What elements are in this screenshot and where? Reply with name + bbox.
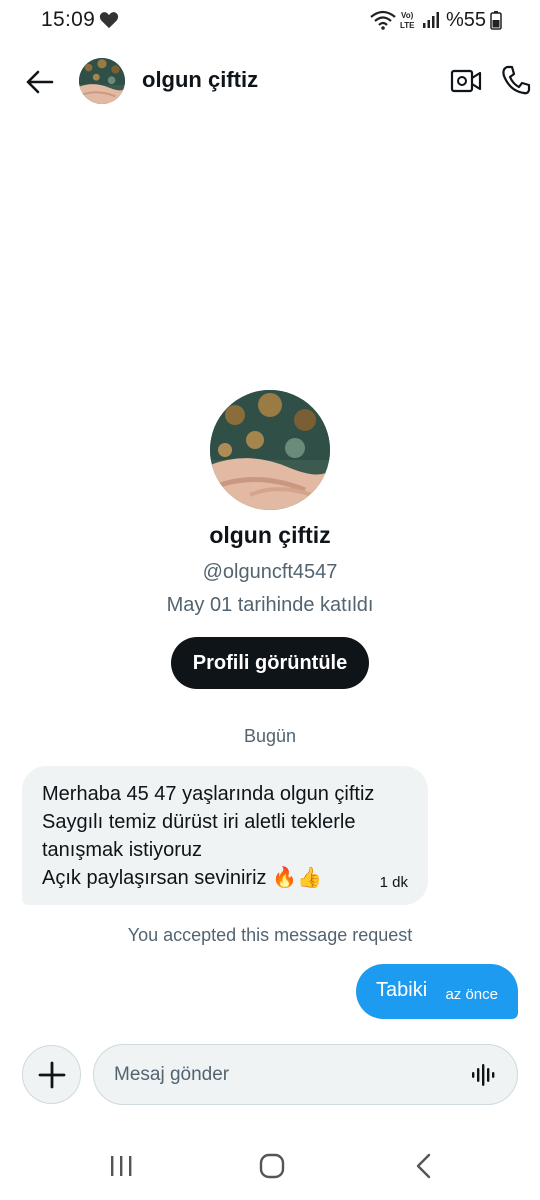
- home-icon[interactable]: [259, 1153, 285, 1179]
- voice-message-icon[interactable]: [471, 1062, 497, 1088]
- video-call-button[interactable]: [449, 65, 483, 97]
- phone-call-icon: [502, 65, 531, 95]
- profile-avatar[interactable]: [210, 390, 330, 510]
- chat-header: olgun çiftiz: [0, 50, 540, 112]
- status-time: 15:09: [41, 8, 96, 31]
- add-attachment-button[interactable]: [22, 1045, 81, 1104]
- message-line: Açık paylaşırsan seviniriz 🔥👍: [42, 867, 322, 889]
- view-profile-button[interactable]: Profili görüntüle: [170, 637, 370, 689]
- status-icons: Vo) LTE %55: [370, 6, 502, 34]
- header-avatar[interactable]: [79, 58, 125, 104]
- avatar-image: [79, 58, 125, 104]
- nav-back-icon[interactable]: [413, 1153, 435, 1179]
- profile-joined-date: May 01 tarihinde katıldı: [166, 594, 374, 616]
- video-call-icon: [450, 69, 482, 93]
- recent-apps-icon[interactable]: [108, 1154, 134, 1178]
- battery-icon: [490, 11, 502, 30]
- plus-icon: [38, 1061, 65, 1088]
- header-name[interactable]: olgun çiftiz: [142, 67, 258, 93]
- message-line: tanışmak istiyoruz: [42, 839, 203, 861]
- avatar-image: [210, 390, 330, 510]
- outgoing-message[interactable]: Tabiki az önce: [356, 964, 518, 1019]
- message-timestamp: az önce: [445, 986, 498, 1003]
- heart-icon: [99, 12, 119, 29]
- message-text: Tabiki: [376, 979, 428, 1001]
- status-bar: 15:09 Vo) LTE %55: [0, 0, 540, 40]
- back-arrow-icon: [26, 70, 54, 94]
- system-nav-bar: [0, 1140, 540, 1200]
- svg-text:Vo): Vo): [401, 11, 414, 20]
- profile-name: olgun çiftiz: [209, 522, 331, 548]
- message-line: Saygılı temiz dürüst iri aletli teklerle: [42, 811, 356, 833]
- message-timestamp: 1 dk: [379, 874, 408, 891]
- signal-icon: [422, 12, 439, 28]
- profile-handle: @olguncft4547: [202, 561, 338, 583]
- wifi-icon: [370, 10, 396, 30]
- message-request-note: You accepted this message request: [127, 925, 413, 945]
- message-composer: [93, 1044, 518, 1105]
- incoming-message[interactable]: Merhaba 45 47 yaşlarında olgun çiftiz Sa…: [22, 766, 428, 905]
- battery-percent: %55: [445, 8, 486, 31]
- message-line: Merhaba 45 47 yaşlarında olgun çiftiz: [42, 783, 375, 805]
- phone-call-button[interactable]: [500, 64, 532, 96]
- day-separator: Bugün: [243, 726, 297, 746]
- message-input[interactable]: [114, 1059, 454, 1091]
- svg-text:LTE: LTE: [400, 21, 415, 30]
- volte-icon: Vo) LTE: [400, 11, 415, 30]
- profile-card: olgun çiftiz @olguncft4547 May 01 tarihi…: [0, 390, 540, 689]
- back-button[interactable]: [24, 66, 56, 98]
